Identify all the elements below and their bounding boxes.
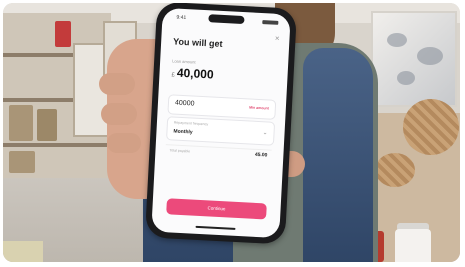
amount-input-value: 40000 [174,99,195,108]
floor-rug [3,241,43,262]
continue-button[interactable]: Continue [166,198,267,220]
shelf-item [9,151,35,173]
chevron-down-icon: ⌄ [262,130,268,137]
currency-symbol: £ [171,72,175,79]
amount-display: £40,000 [171,65,214,82]
home-indicator [195,225,236,230]
amount-label: Loan amount [172,58,196,65]
shelf-item [9,105,33,141]
phone-screen: 9:41 × You will get Loan amount £40,000 … [151,7,291,239]
screen-title: You will get [172,36,223,49]
photo-frame: 9:41 × You will get Loan amount £40,000 … [3,3,460,262]
smartphone: 9:41 × You will get Loan amount £40,000 … [144,3,298,245]
amount-input[interactable]: 40000 Min amount [167,94,277,120]
white-jar [395,229,431,262]
woven-basket [403,99,459,155]
shelf-item [37,109,57,141]
frequency-select[interactable]: Repayment frequency Monthly ⌄ [166,116,276,146]
total-row: Total payable 45.00 [165,144,272,161]
battery-icon [262,20,279,25]
shelf-board [3,143,111,147]
frequency-value: Monthly [173,128,193,136]
finger [99,73,135,95]
wall-art-right [371,11,457,107]
status-time: 9:41 [176,14,187,22]
total-label: Total payable [169,148,191,154]
total-value: 45.00 [254,151,268,159]
finger [107,133,141,153]
frequency-label: Repayment frequency [173,120,209,127]
art-blob [387,33,407,47]
amount-tag: Min amount [249,105,269,111]
close-icon[interactable]: × [275,34,280,43]
amount-value: 40,000 [176,65,214,82]
art-blob [397,71,415,85]
art-blob [417,47,443,65]
woven-basket [375,153,415,187]
price-sign [55,21,71,47]
finger [101,103,137,125]
denim-jacket-right [303,48,373,262]
status-bar: 9:41 [172,12,280,28]
